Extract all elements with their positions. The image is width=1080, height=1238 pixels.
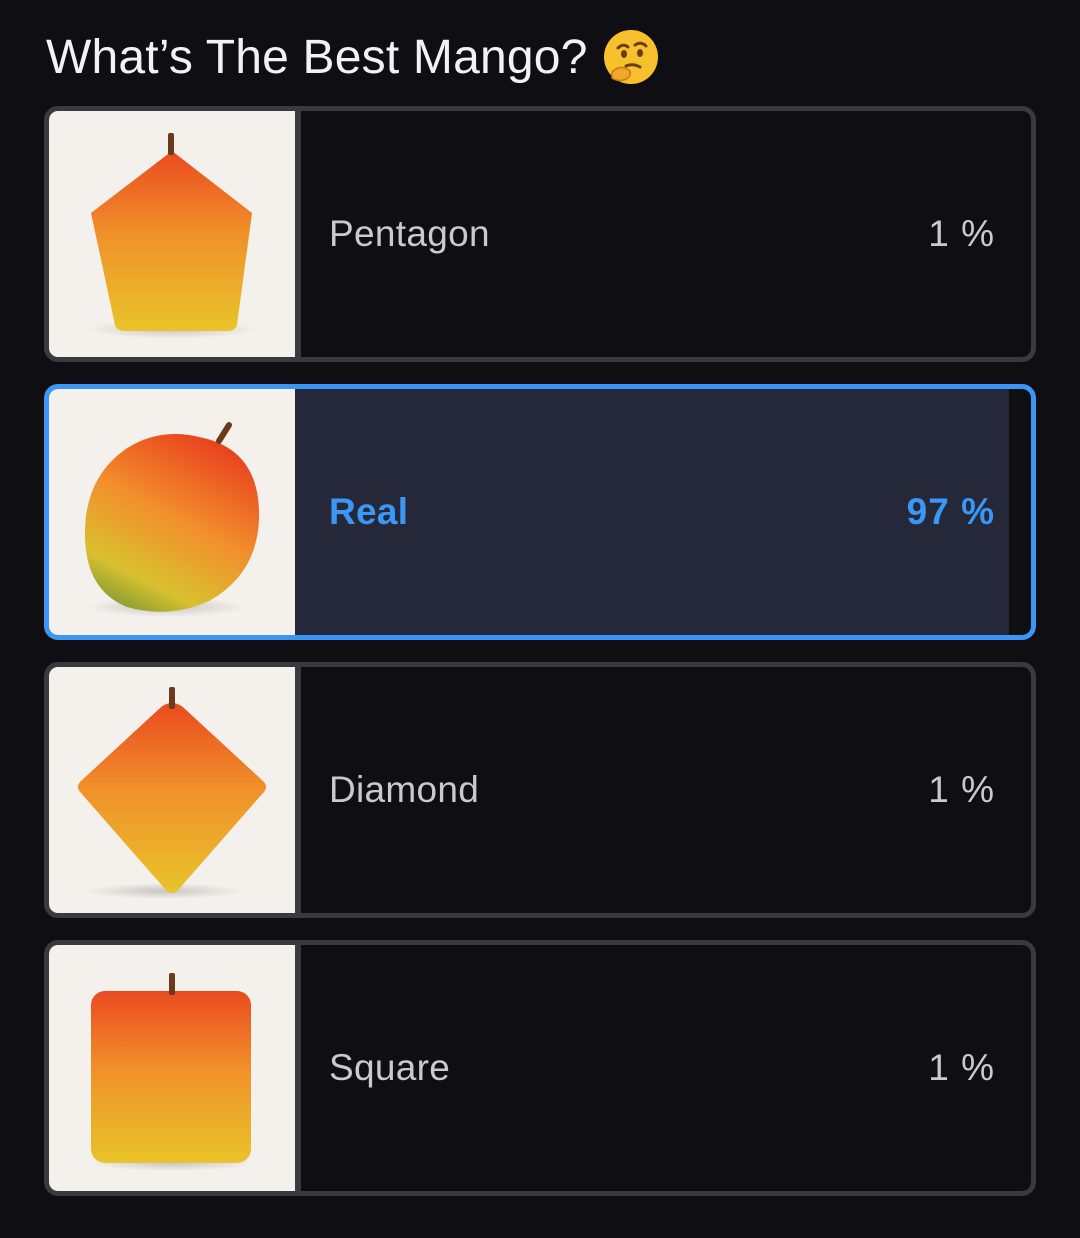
poll-option-pentagon[interactable]: Pentagon 1 %	[44, 106, 1036, 362]
poll-option-diamond[interactable]: Diamond 1 %	[44, 662, 1036, 918]
poll-title: What’s The Best Mango?	[46, 22, 660, 92]
option-percent: 1 %	[928, 1047, 995, 1088]
option-percent: 1 %	[928, 213, 995, 254]
poll-title-text: What’s The Best Mango?	[46, 30, 588, 84]
option-label: Real	[329, 491, 409, 532]
poll-option-square[interactable]: Square 1 %	[44, 940, 1036, 1196]
option-percent: 97 %	[906, 491, 995, 532]
option-label: Pentagon	[329, 213, 490, 254]
option-label: Diamond	[329, 769, 480, 810]
poll-option-real[interactable]: Real 97 %	[44, 384, 1036, 640]
poll-options: Pentagon 1 % Real 97 % Diamond 1 % Squar…	[44, 106, 1036, 1218]
option-percent: 1 %	[928, 769, 995, 810]
option-divider	[295, 667, 301, 913]
pentagon-mango-image	[49, 111, 295, 357]
option-divider	[295, 111, 301, 357]
diamond-mango-image	[49, 667, 295, 913]
real-mango-image	[49, 389, 295, 635]
thinking-face-icon	[602, 28, 660, 86]
option-divider	[295, 945, 301, 1191]
option-label: Square	[329, 1047, 451, 1088]
square-mango-image	[49, 945, 295, 1191]
